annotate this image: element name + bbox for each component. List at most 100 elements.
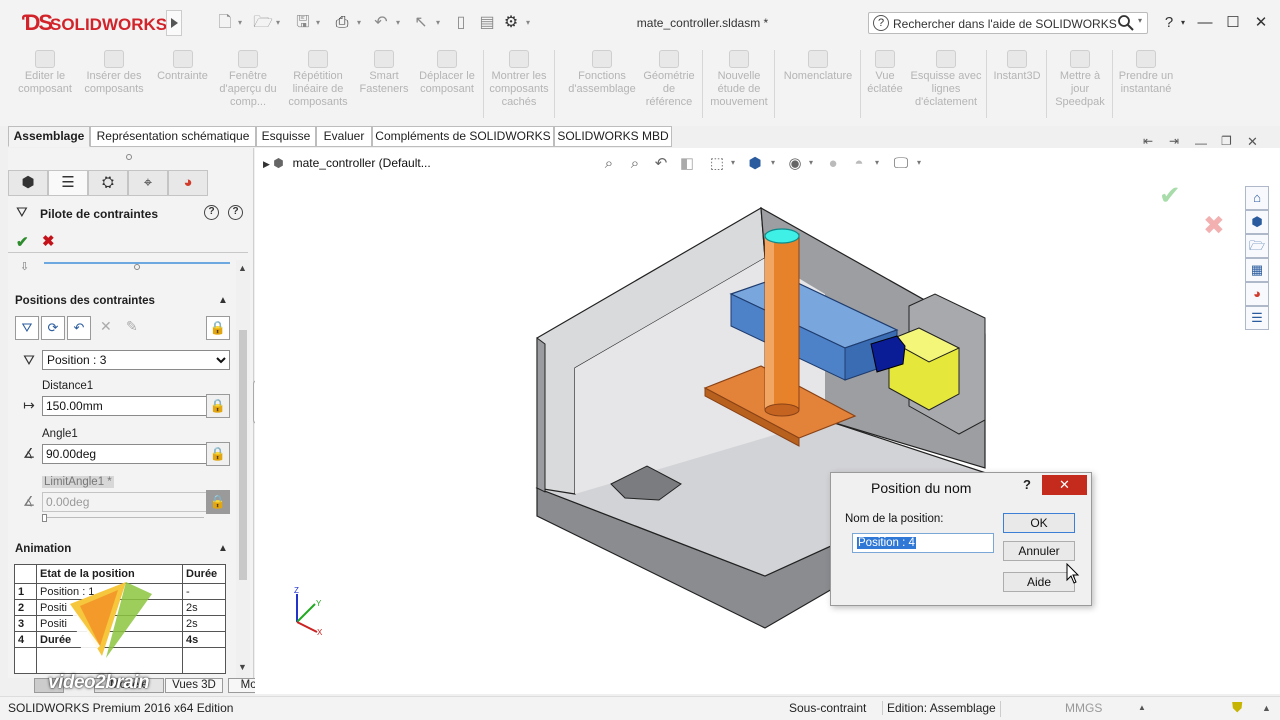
ok-check-icon[interactable]: ✔	[16, 233, 29, 251]
angle1-input[interactable]	[43, 445, 191, 463]
new-dropdown-icon[interactable]: ▾	[238, 12, 246, 34]
limitangle1-lock-icon[interactable]: 🔒	[206, 490, 230, 514]
file-properties-icon[interactable]: ▤	[476, 12, 498, 34]
display-manager-tab-icon[interactable]: ◕	[168, 170, 208, 196]
open-dropdown-icon[interactable]: ▾	[276, 12, 284, 34]
custom-properties-icon[interactable]: ☰	[1245, 306, 1269, 330]
viewport-close-icon[interactable]: ✕	[1247, 134, 1258, 150]
search-dropdown-icon[interactable]: ▾	[1138, 16, 1142, 25]
slider-handle[interactable]	[134, 264, 140, 270]
options-dropdown-icon[interactable]: ▾	[526, 12, 534, 34]
scroll-up-icon[interactable]: ▲	[238, 263, 247, 273]
rebuild-tag-icon[interactable]: ⛊	[1232, 699, 1243, 716]
section-view-icon[interactable]: ◧	[677, 154, 697, 174]
insert-components-button[interactable]: Insérer des composants	[80, 50, 148, 122]
view-palette-icon[interactable]: ▦	[1245, 258, 1269, 282]
view-orientation-dropdown-icon[interactable]: ▾	[731, 158, 735, 167]
view-orientation-icon[interactable]: ⬚	[707, 154, 727, 174]
row-duration[interactable]: -	[182, 583, 226, 600]
exploded-view-button[interactable]: Vue éclatée	[862, 50, 908, 122]
panel-scrollbar[interactable]: ▲ ▼	[236, 260, 250, 678]
show-hidden-components-button[interactable]: Montrer les composants cachés	[486, 50, 552, 122]
search-icon[interactable]	[1117, 14, 1135, 32]
take-snapshot-button[interactable]: Prendre un instantané	[1116, 50, 1176, 122]
whats-new-help-icon[interactable]: ?	[204, 205, 219, 220]
row-duration[interactable]: 4s	[182, 631, 226, 648]
undo-position-icon[interactable]: ↶	[67, 316, 91, 340]
tree-root-name[interactable]: mate_controller	[293, 156, 376, 170]
linear-pattern-button[interactable]: Répétition linéaire de composants	[283, 50, 353, 122]
tab-mbd[interactable]: SOLIDWORKS MBD	[554, 126, 672, 147]
scene-dropdown-icon[interactable]: ▾	[875, 158, 879, 167]
close-icon[interactable]: ✕	[1250, 12, 1272, 34]
print-dropdown-icon[interactable]: ▾	[357, 12, 365, 34]
solidworks-logo[interactable]: ƊS SOLIDWORKS	[20, 8, 167, 38]
help-dropdown-icon[interactable]: ▾	[1172, 12, 1194, 34]
viewport-expand-right-icon[interactable]: ⇥	[1169, 134, 1179, 148]
edit-component-button[interactable]: Editer le composant	[10, 50, 80, 122]
select-pointer-icon[interactable]: ↖	[410, 12, 432, 34]
undo-icon[interactable]: ↶	[370, 12, 392, 34]
minimize-icon[interactable]: —	[1194, 12, 1216, 34]
print-icon[interactable]: ⎙	[331, 12, 353, 34]
graphics-area[interactable]: ▶ ⬢ mate_controller (Default... ⌕ ⌕ ↶ ◧ …	[255, 134, 1280, 694]
rename-position-icon[interactable]: ✎	[126, 318, 138, 335]
collapse-animation-icon[interactable]: ▲	[218, 543, 228, 554]
view-settings-dropdown-icon[interactable]: ▾	[917, 158, 921, 167]
positions-section-header[interactable]: Positions des contraintes	[15, 295, 155, 307]
limitangle1-field[interactable]: ▲▼	[42, 492, 218, 512]
property-manager-tab-icon[interactable]: ☰	[48, 170, 88, 196]
menu-expand-button[interactable]	[166, 10, 182, 36]
bill-of-materials-button[interactable]: Nomenclature	[780, 50, 856, 122]
viewport-collapse-left-icon[interactable]: ⇤	[1143, 134, 1153, 148]
explode-line-sketch-button[interactable]: Esquisse avec lignes d'éclatement	[908, 50, 984, 122]
assembly-features-button[interactable]: Fonctions d'assemblage	[560, 50, 644, 122]
lock-positions-icon[interactable]: 🔒	[206, 316, 230, 340]
confirm-check-icon[interactable]: ✔	[1159, 180, 1181, 211]
tab-schematic-representation[interactable]: Représentation schématique	[90, 126, 256, 147]
tab-addins[interactable]: Compléments de SOLIDWORKS	[372, 126, 554, 147]
help-icon[interactable]: ?	[228, 205, 243, 220]
help-search-box[interactable]: ? Rechercher dans l'aide de SOLIDWORKS ▾	[868, 12, 1148, 34]
help-button[interactable]: Aide	[1003, 572, 1075, 592]
expand-tree-icon[interactable]: ▶	[263, 159, 270, 169]
apply-scene-icon[interactable]: ◓	[849, 154, 869, 174]
smart-fasteners-button[interactable]: Smart Fasteners	[355, 50, 413, 122]
cancel-x-icon[interactable]: ✖	[42, 232, 55, 250]
units-dropdown-icon[interactable]: ▲	[1138, 703, 1146, 712]
column-top-selected[interactable]	[764, 228, 800, 244]
traffic-light-icon[interactable]: ▯	[450, 12, 472, 34]
display-style-dropdown-icon[interactable]: ▾	[771, 158, 775, 167]
previous-view-icon[interactable]: ↶	[651, 154, 671, 174]
appearances-icon[interactable]: ◕	[1245, 282, 1269, 306]
reference-geometry-button[interactable]: Géométrie de référence	[640, 50, 698, 122]
file-explorer-icon[interactable]: 🗁	[1245, 234, 1269, 258]
tab-3d-views[interactable]: Vues 3D	[165, 678, 223, 693]
zoom-to-fit-icon[interactable]: ⌕	[599, 154, 619, 174]
position-name-input[interactable]: Position : 4	[852, 533, 994, 553]
tab-assemblage[interactable]: Assemblage	[8, 126, 90, 147]
configuration-manager-tab-icon[interactable]: ⛭	[88, 170, 128, 196]
save-icon[interactable]: 🖫	[292, 12, 314, 34]
position-select[interactable]: Position : 3	[42, 350, 230, 370]
design-library-icon[interactable]: ⬢	[1245, 210, 1269, 234]
angle1-lock-icon[interactable]: 🔒	[206, 442, 230, 466]
collapse-positions-icon[interactable]: ▲	[218, 295, 228, 306]
row-duration[interactable]: 2s	[182, 615, 226, 632]
viewport-minimize-icon[interactable]: —	[1195, 136, 1207, 150]
distance1-lock-icon[interactable]: 🔒	[206, 394, 230, 418]
save-dropdown-icon[interactable]: ▾	[316, 12, 324, 34]
feature-manager-tab-icon[interactable]: ⬢	[8, 170, 48, 196]
cancel-button[interactable]: Annuler	[1003, 541, 1075, 561]
viewport-restore-icon[interactable]: ❐	[1221, 134, 1232, 148]
mate-button[interactable]: Contrainte	[150, 50, 215, 122]
update-speedpak-button[interactable]: Mettre à jour Speedpak	[1050, 50, 1110, 122]
limitangle-slider-track[interactable]	[42, 514, 204, 518]
add-position-icon[interactable]: ⛛	[15, 316, 39, 340]
component-preview-button[interactable]: Fenêtre d'aperçu du comp...	[217, 50, 279, 122]
tab-evaluer[interactable]: Evaluer	[316, 126, 372, 147]
display-style-icon[interactable]: ⬢	[745, 154, 765, 174]
status-units[interactable]: MMGS	[1065, 701, 1102, 715]
open-folder-icon[interactable]: 🗁	[252, 12, 274, 34]
dialog-close-icon[interactable]: ✕	[1042, 475, 1087, 495]
